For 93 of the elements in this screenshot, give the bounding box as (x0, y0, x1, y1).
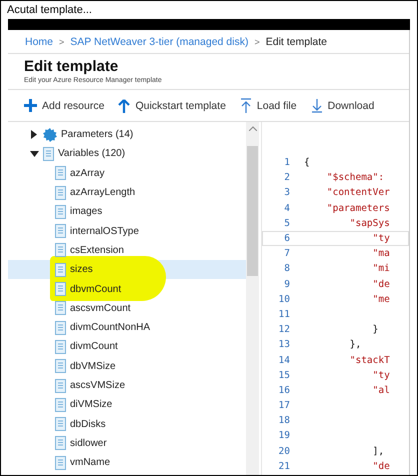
download-icon (310, 98, 323, 113)
document-icon (55, 378, 66, 392)
line-number: 21 (278, 460, 290, 472)
scroll-up-icon[interactable] (248, 126, 256, 131)
line-number: 19 (278, 430, 290, 442)
code-line: ], (372, 446, 384, 457)
line-number: 6 (283, 233, 290, 244)
line-number: 15 (278, 370, 290, 381)
collapse-icon[interactable] (30, 150, 38, 157)
line-number: 13 (278, 339, 290, 350)
line-number: 4 (283, 202, 290, 214)
line-number: 8 (283, 263, 290, 274)
line-number: 5 (283, 218, 290, 229)
tree-item[interactable]: csExtension (70, 244, 124, 256)
document-icon (55, 282, 66, 296)
code-line: "sapSys (348, 218, 390, 229)
tree-item[interactable]: Variables (120) (58, 148, 126, 160)
document-icon (55, 417, 66, 432)
tree-item[interactable]: azArray (70, 168, 104, 179)
caption: Acutal template... (6, 3, 93, 18)
line-number: 20 (278, 446, 290, 457)
line-number: 18 (278, 415, 290, 426)
line-number: 10 (278, 294, 290, 305)
document-icon (55, 204, 66, 219)
tree-item[interactable]: divmCount (70, 341, 118, 352)
tree-item[interactable]: internalOSType (70, 226, 139, 237)
code-line: "ty (372, 233, 390, 244)
breadcrumb-separator: > (254, 37, 260, 47)
plus-icon (24, 99, 37, 112)
tree-item[interactable]: sidlower (70, 438, 107, 449)
breadcrumb-link[interactable]: Home (25, 36, 54, 48)
breadcrumb-separator: > (59, 37, 64, 47)
gear-icon (43, 128, 57, 142)
tree-item[interactable]: sizes (70, 264, 93, 276)
breadcrumb-link[interactable]: SAP NetWeaver 3-tier (managed disk) (70, 36, 248, 48)
line-number: 12 (278, 324, 290, 336)
document-icon (43, 146, 54, 161)
document-icon (55, 320, 66, 335)
upload-icon (240, 98, 252, 113)
code-line: "contentVer (326, 187, 390, 198)
line-number: 3 (283, 187, 290, 198)
document-icon (55, 262, 66, 277)
tree-item[interactable]: dbvmCount (70, 284, 122, 295)
line-number: 11 (278, 308, 290, 320)
code-line: "de (372, 460, 390, 472)
code-line: "stackT (348, 354, 390, 366)
document-icon (55, 301, 66, 316)
page-title: Edit template (24, 58, 120, 75)
document-icon (55, 166, 66, 180)
toolbar-button[interactable]: Download (310, 98, 374, 113)
code-line: "al (372, 384, 390, 396)
line-number: 1 (283, 157, 290, 168)
document-icon (55, 243, 66, 258)
breadcrumb-current: Edit template (266, 36, 328, 48)
code-line: "me (372, 294, 390, 305)
document-icon (55, 359, 66, 374)
tree-item[interactable]: diVMSize (70, 399, 112, 410)
tree-item[interactable]: dbDisks (70, 418, 106, 430)
tree-item[interactable]: divmCountNonHA (70, 322, 150, 334)
toolbar-button[interactable]: Load file (240, 98, 297, 113)
document-icon (55, 456, 66, 470)
tree-item[interactable]: ascsvmCount (70, 302, 131, 314)
toolbar-button[interactable]: Quickstart template (118, 98, 226, 112)
line-number: 7 (283, 248, 290, 260)
code-line: } (372, 324, 378, 336)
document-icon (55, 436, 66, 450)
document-icon (55, 398, 66, 412)
code-line: "ty (372, 370, 390, 381)
code-line: "$schema": (326, 172, 384, 184)
line-number: 14 (278, 354, 290, 366)
document-icon (55, 186, 66, 200)
code-line: "parameters (326, 202, 390, 214)
expand-icon[interactable] (31, 130, 37, 140)
tree-item[interactable]: images (70, 206, 102, 218)
arrow-up-icon (118, 98, 130, 112)
line-number: 17 (278, 400, 290, 412)
tree-item[interactable]: dbVMSize (70, 360, 116, 372)
document-icon (55, 224, 66, 238)
code-line: "mi (372, 263, 390, 274)
document-icon (55, 340, 66, 354)
tree-item[interactable]: ascsVMSize (70, 380, 126, 391)
toolbar-button[interactable]: Add resource (24, 99, 104, 112)
code-line: { (304, 157, 310, 168)
tree-item[interactable]: azArrayLength (70, 187, 136, 198)
scrollbar[interactable] (246, 122, 259, 475)
tree-item[interactable]: vmName (70, 457, 110, 468)
code-line: "de (372, 278, 390, 290)
code-line: }, (348, 339, 362, 350)
code-line: "ma (372, 248, 390, 260)
line-number: 16 (278, 384, 290, 396)
line-number: 2 (283, 172, 290, 184)
tree-item[interactable]: Parameters (14) (61, 129, 134, 140)
line-number: 9 (283, 278, 290, 290)
